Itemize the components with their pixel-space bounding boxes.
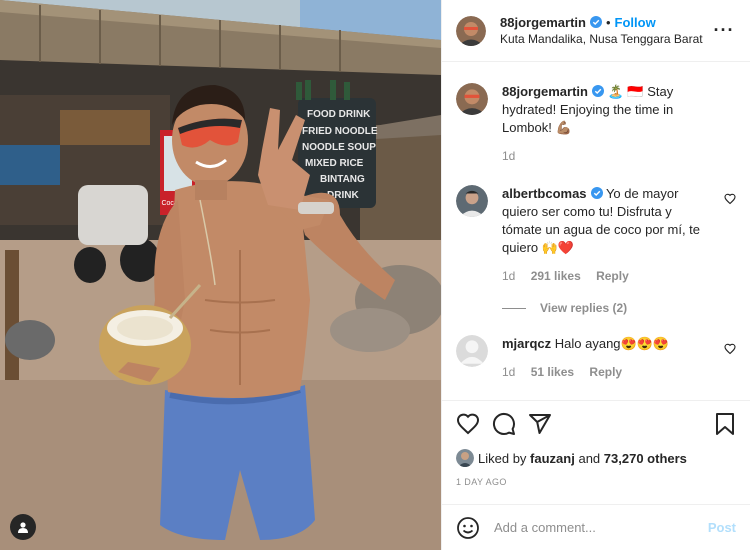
post-photo[interactable]: Coca-Cola FOOD DRINK FRIED NOODLE NOODLE… xyxy=(0,0,441,550)
comment-age[interactable]: 1d xyxy=(502,365,515,379)
liked-by-count[interactable]: 73,270 others xyxy=(604,451,687,466)
commenter-avatar[interactable] xyxy=(456,335,488,367)
default-avatar-icon xyxy=(456,335,488,367)
liked-by-user[interactable]: fauzanj xyxy=(530,451,575,466)
liked-by-summary: Liked by fauzanj and 73,270 others xyxy=(456,449,736,467)
more-options-icon[interactable]: ··· xyxy=(712,20,736,41)
separator-dot: • xyxy=(605,14,611,30)
comment-age[interactable]: 1d xyxy=(502,269,515,283)
sign-line-1: FOOD DRINK xyxy=(307,109,371,120)
caption-meta: 1d xyxy=(502,147,714,165)
emoji-smiley-icon[interactable] xyxy=(456,516,480,540)
replies-divider xyxy=(502,307,526,309)
caption: 88jorgemartin 🏝️ 🇮🇩 Stay hydrated! Enjoy… xyxy=(456,83,736,165)
post-location[interactable]: Kuta Mandalika, Nusa Tenggara Barat xyxy=(500,31,712,48)
caption-age[interactable]: 1d xyxy=(502,149,515,163)
commenter-avatar[interactable] xyxy=(456,185,488,217)
tagged-users-button[interactable] xyxy=(10,514,36,540)
like-heart-icon[interactable] xyxy=(456,412,480,436)
like-comment-heart-icon[interactable] xyxy=(724,343,736,355)
view-replies-button[interactable]: View replies (2) xyxy=(502,301,736,315)
post-actions: Liked by fauzanj and 73,270 others 1 DAY… xyxy=(442,400,750,487)
comments-list[interactable]: 88jorgemartin 🏝️ 🇮🇩 Stay hydrated! Enjoy… xyxy=(442,63,750,400)
liked-by-prefix: Liked by xyxy=(478,450,527,466)
sign-line-4: MIXED RICE xyxy=(305,158,364,169)
comment-meta: 1d 291 likes Reply xyxy=(502,267,714,285)
sign-line-2: FRIED NOODLE xyxy=(302,126,378,137)
verified-badge-icon xyxy=(591,85,604,97)
comment-text: Halo ayang😍😍😍 xyxy=(554,336,670,351)
comment-item: mjarqcz Halo ayang😍😍😍 1d 51 likes Reply xyxy=(456,335,736,381)
sign-line-3: NOODLE SOUP xyxy=(302,142,376,153)
sign-line-5: BINTANG xyxy=(320,174,365,185)
liked-by-and: and xyxy=(578,450,601,466)
post-side-panel: 88jorgemartin • Follow Kuta Mandalika, Nus… xyxy=(441,0,750,550)
comment-meta: 1d 51 likes Reply xyxy=(502,363,714,381)
avatar-image xyxy=(456,15,486,46)
caption-username[interactable]: 88jorgemartin xyxy=(502,84,588,99)
save-bookmark-icon[interactable] xyxy=(714,412,736,436)
avatar-image xyxy=(456,185,488,217)
comment-item: albertbcomas Yo de mayor quiero ser como… xyxy=(456,185,736,285)
comment-likes[interactable]: 291 likes xyxy=(531,269,581,283)
user-icon xyxy=(18,522,28,533)
author-avatar[interactable] xyxy=(456,15,486,46)
post-comment-button[interactable]: Post xyxy=(708,520,736,535)
comment-username[interactable]: albertbcomas xyxy=(502,186,587,201)
avatar-image xyxy=(456,83,488,115)
author-username[interactable]: 88jorgemartin xyxy=(500,15,586,30)
post-header: 88jorgemartin • Follow Kuta Mandalika, Nus… xyxy=(442,0,750,62)
follow-button[interactable]: Follow xyxy=(615,15,656,30)
reply-button[interactable]: Reply xyxy=(589,365,622,379)
post-timestamp[interactable]: 1 DAY AGO xyxy=(456,477,736,487)
reply-button[interactable]: Reply xyxy=(596,269,629,283)
post-dialog: Coca-Cola FOOD DRINK FRIED NOODLE NOODLE… xyxy=(0,0,750,550)
view-replies-label: View replies (2) xyxy=(540,301,628,315)
avatar-image xyxy=(456,449,474,467)
comment-composer: Post xyxy=(442,504,750,550)
caption-avatar[interactable] xyxy=(456,83,488,115)
comment-bubble-icon[interactable] xyxy=(492,412,516,436)
share-paper-plane-icon[interactable] xyxy=(528,412,552,436)
verified-badge-icon xyxy=(590,187,603,199)
liker-avatar[interactable] xyxy=(456,449,474,467)
comment-likes[interactable]: 51 likes xyxy=(531,365,574,379)
comment-input[interactable] xyxy=(494,520,708,535)
photo-illustration: Coca-Cola FOOD DRINK FRIED NOODLE NOODLE… xyxy=(0,0,441,550)
verified-badge-icon xyxy=(589,15,602,28)
comment-username[interactable]: mjarqcz xyxy=(502,336,551,351)
like-comment-heart-icon[interactable] xyxy=(724,193,736,205)
